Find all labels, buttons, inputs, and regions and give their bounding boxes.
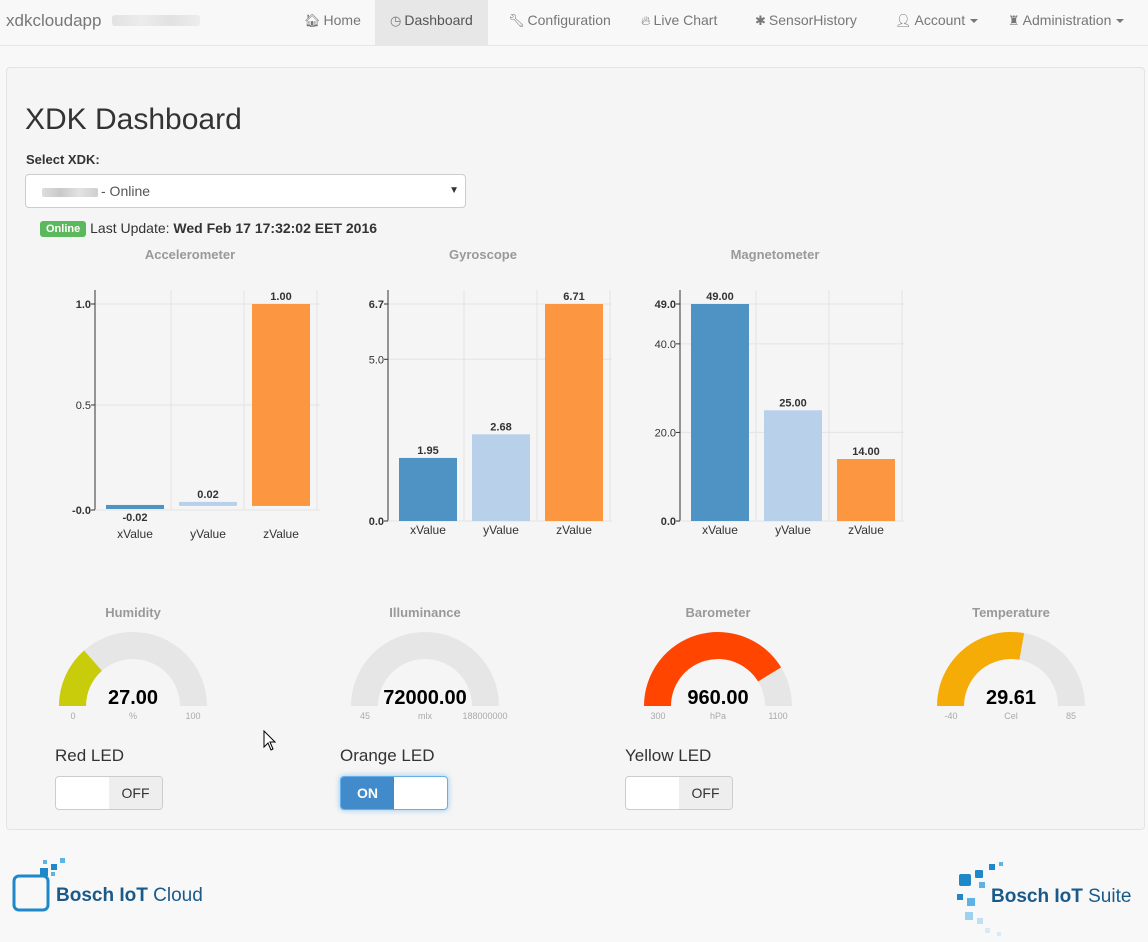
orange-led-switch[interactable]: ON xyxy=(340,776,448,810)
right-logo-light: Suite xyxy=(1082,886,1132,907)
bar-yValue xyxy=(179,501,237,506)
y-tick-label: 1.0 xyxy=(76,299,91,311)
temperature-gauge-title: Temperature xyxy=(972,605,1050,620)
bar-xValue xyxy=(106,504,164,509)
orange-led-label: Orange LED xyxy=(340,746,435,765)
bosch-iot-suite-logo: Bosch IoT Suite xyxy=(991,886,1131,908)
y-tick-label: -0.0 xyxy=(72,505,91,517)
category-label: xValue xyxy=(117,527,153,541)
yellow-led-label: Yellow LED xyxy=(625,746,712,765)
yellow-led-switch[interactable]: OFF xyxy=(625,776,733,810)
mouse-cursor-icon xyxy=(263,730,277,751)
category-label: yValue xyxy=(190,527,226,541)
bar-value-label: 0.02 xyxy=(197,489,218,501)
red-led-label: Red LED xyxy=(55,746,124,765)
accelerometer-chart: 1.0 0.5 -0.0 -0.02 xValue 0.02 yValue 1.00 zValu… xyxy=(72,290,320,541)
barometer-gauge-title: Barometer xyxy=(685,605,751,620)
y-tick-label: 0.5 xyxy=(76,400,91,412)
category-label: zValue xyxy=(263,527,299,541)
left-logo-light: Cloud xyxy=(147,885,203,906)
illuminance-gauge-title: Illuminance xyxy=(389,605,461,620)
red-led-state: OFF xyxy=(109,777,162,809)
orange-led-state: ON xyxy=(341,777,394,809)
humidity-gauge-title: Humidity xyxy=(105,605,161,620)
bar-zValue xyxy=(252,304,310,506)
bar-value-label: 1.00 xyxy=(270,291,291,303)
right-logo-bold: Bosch IoT xyxy=(991,886,1083,907)
yellow-led-state: OFF xyxy=(679,777,732,809)
bar-value-label: -0.02 xyxy=(122,512,147,524)
bosch-iot-cloud-logo: Bosch IoT Cloud xyxy=(56,885,203,907)
left-logo-bold: Bosch IoT xyxy=(56,885,148,906)
red-led-switch[interactable]: OFF xyxy=(55,776,163,810)
